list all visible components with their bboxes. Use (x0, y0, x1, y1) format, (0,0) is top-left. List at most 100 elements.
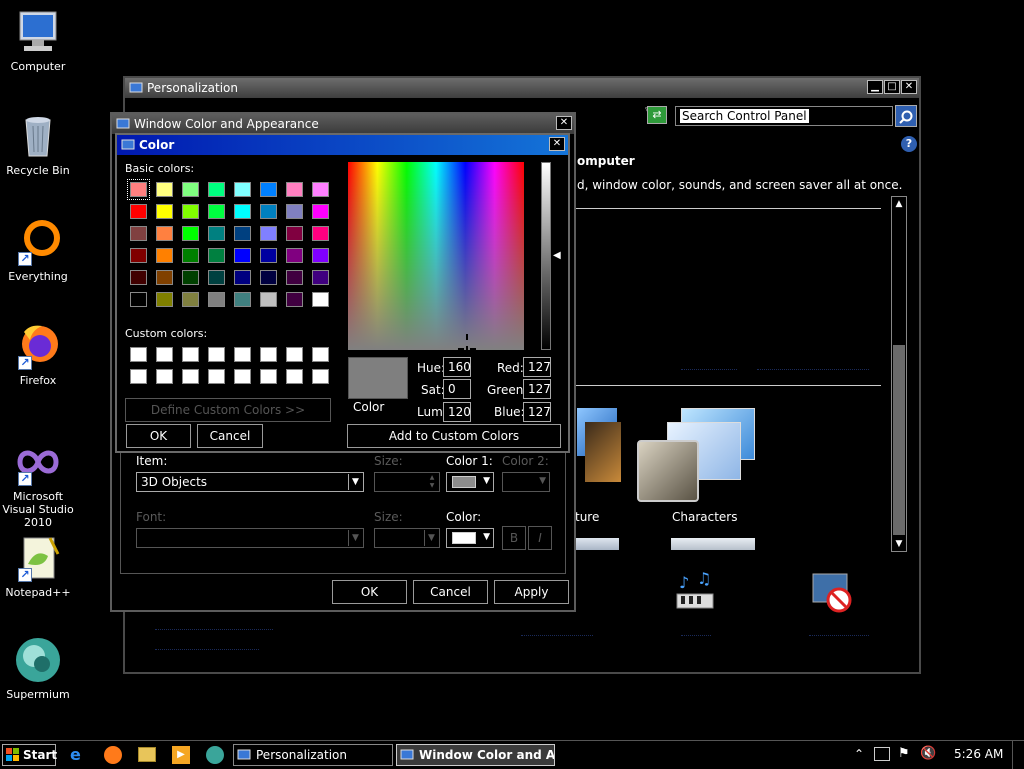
basic-color-swatch[interactable] (130, 292, 147, 307)
add-to-custom-colors-button[interactable]: Add to Custom Colors (347, 424, 561, 448)
custom-color-swatch[interactable] (130, 369, 147, 384)
desktop-icon-firefox[interactable]: ↗ Firefox (0, 322, 76, 387)
basic-color-swatch[interactable] (130, 226, 147, 241)
refresh-icon[interactable]: ⇄ (647, 106, 667, 124)
basic-color-swatch[interactable] (312, 204, 329, 219)
font-size-select[interactable]: ▼ (374, 528, 440, 548)
basic-color-swatch[interactable] (286, 204, 303, 219)
custom-color-swatch[interactable] (130, 347, 147, 362)
basic-color-swatch[interactable] (234, 292, 251, 307)
show-desktop-button[interactable] (1012, 741, 1024, 769)
basic-color-swatch[interactable] (260, 182, 277, 197)
close-button[interactable]: ✕ (901, 80, 917, 94)
scroll-up-icon[interactable]: ▲ (892, 197, 906, 211)
bold-button[interactable]: B (502, 526, 526, 550)
color2-picker[interactable]: ▼ (502, 472, 550, 492)
custom-color-swatch[interactable] (156, 347, 173, 362)
custom-color-swatch[interactable] (234, 347, 251, 362)
stepper-down-icon[interactable]: ▼ (426, 482, 438, 490)
basic-color-swatch[interactable] (234, 204, 251, 219)
firefox-quicklaunch-icon[interactable] (104, 746, 122, 764)
cancel-button[interactable]: Cancel (197, 424, 263, 448)
custom-color-swatch[interactable] (260, 347, 277, 362)
theme-link[interactable] (681, 362, 737, 370)
italic-button[interactable]: I (528, 526, 552, 550)
basic-color-swatch[interactable] (312, 182, 329, 197)
close-button[interactable]: ✕ (556, 116, 572, 130)
search-icon[interactable] (895, 105, 917, 127)
basic-color-swatch[interactable] (208, 270, 225, 285)
basic-color-swatch[interactable] (208, 204, 225, 219)
basic-color-swatch[interactable] (286, 270, 303, 285)
basic-color-swatch[interactable] (260, 204, 277, 219)
ok-button[interactable]: OK (126, 424, 191, 448)
basic-color-swatch[interactable] (260, 226, 277, 241)
luminance-slider[interactable] (541, 162, 551, 350)
basic-color-swatch[interactable] (156, 292, 173, 307)
basic-color-swatch[interactable] (156, 204, 173, 219)
basic-color-swatch[interactable] (127, 179, 150, 200)
font-select[interactable]: ▼ (136, 528, 364, 548)
basic-color-swatch[interactable] (312, 270, 329, 285)
taskbar-item-window-color[interactable]: Window Color and Ap... (396, 744, 555, 766)
custom-color-swatch[interactable] (286, 347, 303, 362)
basic-color-swatch[interactable] (286, 292, 303, 307)
custom-color-swatch[interactable] (208, 369, 225, 384)
basic-color-swatch[interactable] (286, 226, 303, 241)
bottom-link[interactable] (809, 630, 869, 636)
theme-thumbnail[interactable] (575, 538, 619, 550)
basic-color-swatch[interactable] (208, 292, 225, 307)
basic-color-swatch[interactable] (234, 270, 251, 285)
basic-color-swatch[interactable] (182, 248, 199, 263)
basic-color-swatch[interactable] (208, 248, 225, 263)
basic-color-swatch[interactable] (182, 292, 199, 307)
color-titlebar[interactable]: Color (117, 135, 568, 155)
basic-color-swatch[interactable] (286, 182, 303, 197)
desktop-icon-visual-studio[interactable]: ↗ Microsoft Visual Studio 2010 (0, 438, 76, 529)
red-input[interactable]: 127 (523, 357, 551, 377)
show-hidden-icons-icon[interactable]: ⌃ (854, 747, 864, 761)
help-icon[interactable]: ? (901, 136, 917, 152)
basic-color-swatch[interactable] (260, 248, 277, 263)
sidebar-link[interactable] (155, 624, 273, 630)
desktop-icon-recycle-bin[interactable]: Recycle Bin (0, 112, 76, 177)
network-icon[interactable] (874, 747, 890, 761)
ok-button[interactable]: OK (332, 580, 407, 604)
basic-color-swatch[interactable] (234, 226, 251, 241)
start-button[interactable]: Start (2, 744, 57, 766)
desktop-icon-computer[interactable]: Computer (0, 8, 76, 73)
wca-titlebar[interactable]: Window Color and Appearance (112, 114, 574, 134)
media-player-icon[interactable]: ▶ (172, 746, 190, 764)
luminance-arrow-icon[interactable]: ◀ (553, 250, 561, 261)
green-input[interactable]: 127 (523, 379, 551, 399)
sat-input[interactable]: 0 (443, 379, 471, 399)
supermium-quicklaunch-icon[interactable] (206, 746, 224, 764)
size-stepper[interactable]: ▲ ▼ (374, 472, 440, 492)
search-input[interactable]: Search Control Panel (675, 106, 893, 126)
basic-color-swatch[interactable] (182, 182, 199, 197)
theme-thumbnail-nature[interactable] (577, 408, 621, 486)
personalization-titlebar[interactable]: Personalization (125, 78, 919, 98)
custom-color-swatch[interactable] (312, 369, 329, 384)
basic-color-swatch[interactable] (286, 248, 303, 263)
theme-link[interactable] (757, 362, 869, 370)
basic-color-swatch[interactable] (182, 204, 199, 219)
taskbar-item-personalization[interactable]: Personalization (233, 744, 393, 766)
custom-color-swatch[interactable] (156, 369, 173, 384)
maximize-button[interactable]: □ (884, 80, 900, 94)
custom-color-swatch[interactable] (182, 369, 199, 384)
custom-color-swatch[interactable] (182, 347, 199, 362)
color1-picker[interactable]: ▼ (446, 472, 494, 492)
stepper-up-icon[interactable]: ▲ (426, 474, 438, 482)
custom-color-swatch[interactable] (312, 347, 329, 362)
action-center-flag-icon[interactable]: ⚑ (898, 746, 910, 761)
basic-color-swatch[interactable] (156, 270, 173, 285)
theme-thumbnail[interactable] (671, 538, 755, 550)
desktop-icon-supermium[interactable]: Supermium (0, 636, 76, 701)
basic-color-swatch[interactable] (208, 226, 225, 241)
basic-color-swatch[interactable] (182, 270, 199, 285)
basic-color-swatch[interactable] (156, 182, 173, 197)
scroll-down-icon[interactable]: ▼ (892, 537, 906, 551)
internet-explorer-icon[interactable]: e (70, 746, 88, 764)
basic-color-swatch[interactable] (234, 248, 251, 263)
